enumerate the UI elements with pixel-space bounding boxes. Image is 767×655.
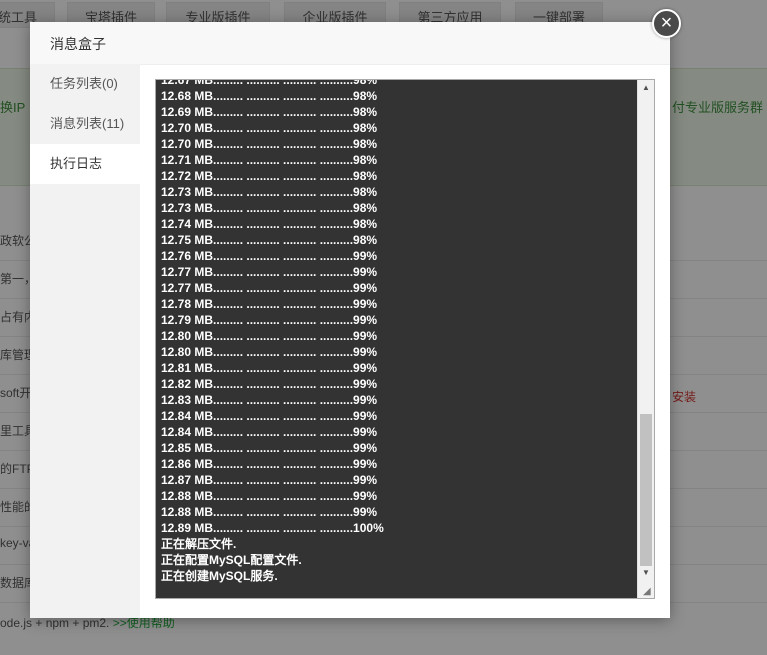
log-line: 12.80 MB......... .......... .......... … [161,345,378,359]
log-text: 12.67 MB......... .......... .......... … [161,79,631,584]
execution-log-output[interactable]: 12.67 MB......... .......... .......... … [155,79,655,599]
log-scrollbar[interactable]: ▲ ▼ [637,80,654,598]
log-line: 12.85 MB......... .......... .......... … [161,441,378,455]
log-line: 12.84 MB......... .......... .......... … [161,425,378,439]
log-line: 正在解压文件. [161,537,237,551]
scroll-up-arrow-icon[interactable]: ▲ [638,80,654,96]
log-line: 12.73 MB......... .......... .......... … [161,185,378,199]
log-line: 12.72 MB......... .......... .......... … [161,169,378,183]
log-line: 12.79 MB......... .......... .......... … [161,313,378,327]
log-line: 12.74 MB......... .......... .......... … [161,217,378,231]
log-line: 12.69 MB......... .......... .......... … [161,105,378,119]
log-line: 12.78 MB......... .......... .......... … [161,297,378,311]
log-line: 12.83 MB......... .......... .......... … [161,393,378,407]
log-line: 12.68 MB......... .......... .......... … [161,89,378,103]
log-line: 12.75 MB......... .......... .......... … [161,233,378,247]
log-line: 正在配置MySQL配置文件. [161,553,302,567]
sidebar-item-message-list[interactable]: 消息列表(11) [30,104,140,144]
sidebar-item-execution-log[interactable]: 执行日志 [30,144,140,184]
log-line: 12.81 MB......... .......... .......... … [161,361,378,375]
log-line: 12.77 MB......... .......... .......... … [161,265,378,279]
log-line: 正在创建MySQL服务. [161,569,278,583]
scrollbar-thumb[interactable] [640,414,652,566]
scroll-down-arrow-icon[interactable]: ▼ [638,565,654,581]
log-line: 12.70 MB......... .......... .......... … [161,121,378,135]
log-line: 12.70 MB......... .......... .......... … [161,137,378,151]
log-line: 12.67 MB......... .......... .......... … [161,79,378,87]
sidebar-item-task-list[interactable]: 任务列表(0) [30,64,140,104]
log-line: 12.77 MB......... .......... .......... … [161,281,378,295]
close-icon: × [660,12,673,34]
log-line: 12.88 MB......... .......... .......... … [161,489,378,503]
log-line: 12.84 MB......... .......... .......... … [161,409,378,423]
log-line: 12.87 MB......... .......... .......... … [161,473,378,487]
log-line: 12.73 MB......... .......... .......... … [161,201,378,215]
message-box-modal: 消息盒子 任务列表(0) 消息列表(11) 执行日志 12.67 MB.....… [30,22,670,618]
log-line: 12.71 MB......... .......... .......... … [161,153,378,167]
modal-header: 消息盒子 [30,22,670,65]
close-button[interactable]: × [652,9,681,38]
log-line: 12.86 MB......... .......... .......... … [161,457,378,471]
log-line: 12.80 MB......... .......... .......... … [161,329,378,343]
log-line: 12.88 MB......... .......... .......... … [161,505,378,519]
log-line: 12.82 MB......... .......... .......... … [161,377,378,391]
modal-sidebar: 任务列表(0) 消息列表(11) 执行日志 [30,64,140,618]
modal-title: 消息盒子 [50,36,106,52]
log-line: 12.89 MB......... .......... .......... … [161,521,384,535]
resize-grip-icon[interactable]: ◢ [643,587,653,597]
log-line: 12.76 MB......... .......... .......... … [161,249,378,263]
